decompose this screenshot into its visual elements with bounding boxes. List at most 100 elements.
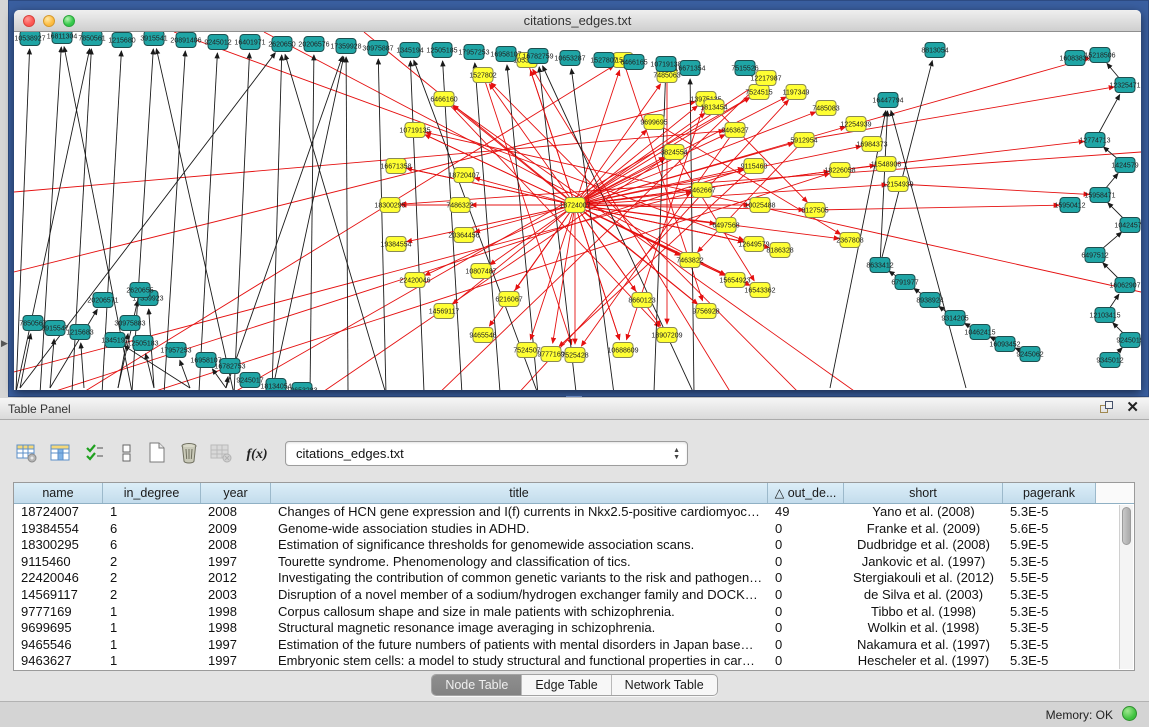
graph-node[interactable]: 10653287	[554, 51, 585, 66]
graph-node[interactable]: 10424573	[1114, 218, 1141, 233]
graph-node[interactable]: 9699695	[640, 115, 667, 130]
graph-node[interactable]: 8660123	[628, 293, 655, 308]
graph-node[interactable]: 19384554	[380, 237, 411, 252]
graph-node[interactable]: 6497512	[1081, 248, 1108, 263]
graph-node[interactable]: 7850561	[78, 32, 105, 46]
graph-edge[interactable]	[164, 51, 185, 390]
table-row[interactable]: 1872400712008Changes of HCN gene express…	[14, 504, 1134, 521]
graph-node[interactable]: 15950412	[1054, 198, 1085, 213]
table-row[interactable]: 977716911998Corpus callosum shape and si…	[14, 604, 1134, 621]
graph-edge[interactable]	[272, 55, 282, 390]
graph-node[interactable]: 2367808	[836, 233, 863, 248]
graph-node[interactable]: 17957253	[160, 343, 191, 358]
column-header-pagerank[interactable]: pagerank	[1003, 483, 1096, 503]
table-row[interactable]: 1938455462009Genome-wide association stu…	[14, 521, 1134, 538]
graph-node[interactable]: 16062907	[1109, 278, 1140, 293]
graph-edge[interactable]	[434, 86, 758, 390]
network-canvas[interactable]: 1872400712154937748506313975135946362791…	[14, 32, 1141, 390]
graph-node[interactable]: 16447794	[872, 93, 903, 108]
column-header-name[interactable]: name	[14, 483, 103, 503]
graph-node[interactable]: 9756928	[692, 304, 719, 319]
graph-node[interactable]: 3824554	[660, 145, 687, 160]
graph-node[interactable]: 2620655	[126, 283, 153, 298]
graph-node[interactable]: 1215680	[108, 33, 135, 48]
table-selector-dropdown[interactable]: citations_edges.txt ▲▼	[285, 441, 688, 466]
graph-node[interactable]: 8938924	[916, 293, 943, 308]
graph-edge[interactable]	[453, 205, 575, 304]
graph-edge[interactable]	[180, 360, 190, 388]
graph-edge[interactable]	[401, 152, 1141, 204]
graph-edge[interactable]	[453, 106, 575, 205]
graph-node[interactable]: 18720407	[448, 168, 479, 183]
delete-column-button[interactable]	[176, 442, 202, 468]
graph-edge[interactable]	[891, 111, 966, 388]
graph-node[interactable]: 9245019	[1116, 333, 1141, 348]
graph-node[interactable]: 10538927	[14, 32, 45, 46]
graph-node[interactable]: 1215683	[66, 325, 93, 340]
graph-node[interactable]: 12103415	[1089, 308, 1120, 323]
graph-edge[interactable]	[815, 205, 1059, 210]
close-panel-icon[interactable]: ✕	[1126, 401, 1139, 415]
column-visibility-button[interactable]	[48, 442, 74, 468]
graph-edge[interactable]	[425, 205, 575, 275]
graph-edge[interactable]	[898, 184, 1089, 194]
table-mode-button[interactable]	[14, 442, 40, 468]
graph-node[interactable]: 8186328	[766, 243, 793, 258]
graph-edge[interactable]	[539, 67, 576, 390]
graph-node[interactable]: 9245062	[1016, 347, 1043, 362]
graph-node[interactable]: 6466165	[620, 55, 647, 70]
memory-status-indicator[interactable]	[1122, 706, 1137, 721]
graph-node[interactable]: 1345194	[396, 43, 423, 58]
tab-node-table[interactable]: Node Table	[432, 675, 521, 695]
graph-edge[interactable]	[531, 205, 576, 340]
graph-node[interactable]: 1813454	[700, 100, 727, 115]
graph-node[interactable]: 9463627	[721, 123, 748, 138]
graph-edge[interactable]	[830, 111, 886, 388]
scrollbar-thumb[interactable]	[1122, 507, 1131, 545]
graph-edge[interactable]	[156, 49, 234, 390]
graph-edge[interactable]	[407, 205, 575, 242]
graph-node[interactable]: 9245012	[204, 35, 231, 50]
row-select-button[interactable]	[82, 442, 108, 468]
table-panel-header[interactable]: Table Panel ✕	[0, 398, 1149, 420]
tab-edge-table[interactable]: Edge Table	[521, 675, 610, 695]
network-window-titlebar[interactable]: citations_edges.txt	[14, 10, 1141, 32]
graph-node[interactable]: 6791977	[891, 275, 918, 290]
graph-node[interactable]: 7486322	[446, 198, 473, 213]
table-row[interactable]: 2242004622012Investigating the contribut…	[14, 570, 1134, 587]
graph-node[interactable]: 16671358	[380, 159, 411, 174]
graph-node[interactable]: 2620650	[268, 37, 295, 52]
graph-node[interactable]: 20206571	[87, 293, 118, 308]
graph-node[interactable]: 9115460	[741, 159, 768, 174]
table-row[interactable]: 1456911722003Disruption of a novel membe…	[14, 587, 1134, 604]
new-column-button[interactable]	[144, 442, 170, 468]
graph-node[interactable]: 12325471	[1109, 78, 1140, 93]
graph-node[interactable]: 17957253	[458, 45, 489, 60]
graph-node[interactable]: 5912954	[790, 133, 817, 148]
graph-edge[interactable]	[81, 343, 84, 388]
graph-edge[interactable]	[285, 55, 386, 391]
float-panel-icon[interactable]	[1100, 401, 1114, 415]
graph-node[interactable]: 9314205	[941, 311, 968, 326]
graph-edge[interactable]	[410, 61, 424, 390]
graph-node[interactable]: 7515526	[731, 61, 758, 76]
graph-node[interactable]: 30975887	[362, 41, 393, 56]
graph-node[interactable]: 12774713	[1079, 133, 1110, 148]
graph-node[interactable]: 7463822	[676, 253, 703, 268]
graph-node[interactable]: 9465546	[469, 328, 496, 343]
column-header-short[interactable]: short	[844, 483, 1003, 503]
graph-edge[interactable]	[690, 79, 694, 390]
graph-node[interactable]: 7524515	[745, 85, 772, 100]
graph-node[interactable]: 8633412	[866, 258, 893, 273]
graph-node[interactable]: 12649579	[738, 237, 769, 252]
graph-node[interactable]: 6466160	[430, 92, 457, 107]
graph-node[interactable]: 7485083	[812, 101, 839, 116]
graph-node[interactable]: 1197349	[783, 85, 810, 100]
graph-edge[interactable]	[226, 56, 342, 388]
table-vertical-scrollbar[interactable]	[1119, 505, 1133, 669]
graph-edge[interactable]	[443, 61, 462, 390]
table-row[interactable]: 946362711997Embryonic stem cells: a mode…	[14, 653, 1134, 670]
graph-node[interactable]: 1424579	[1111, 158, 1138, 173]
graph-edge[interactable]	[346, 57, 348, 390]
graph-node[interactable]: 1527802	[469, 68, 496, 83]
